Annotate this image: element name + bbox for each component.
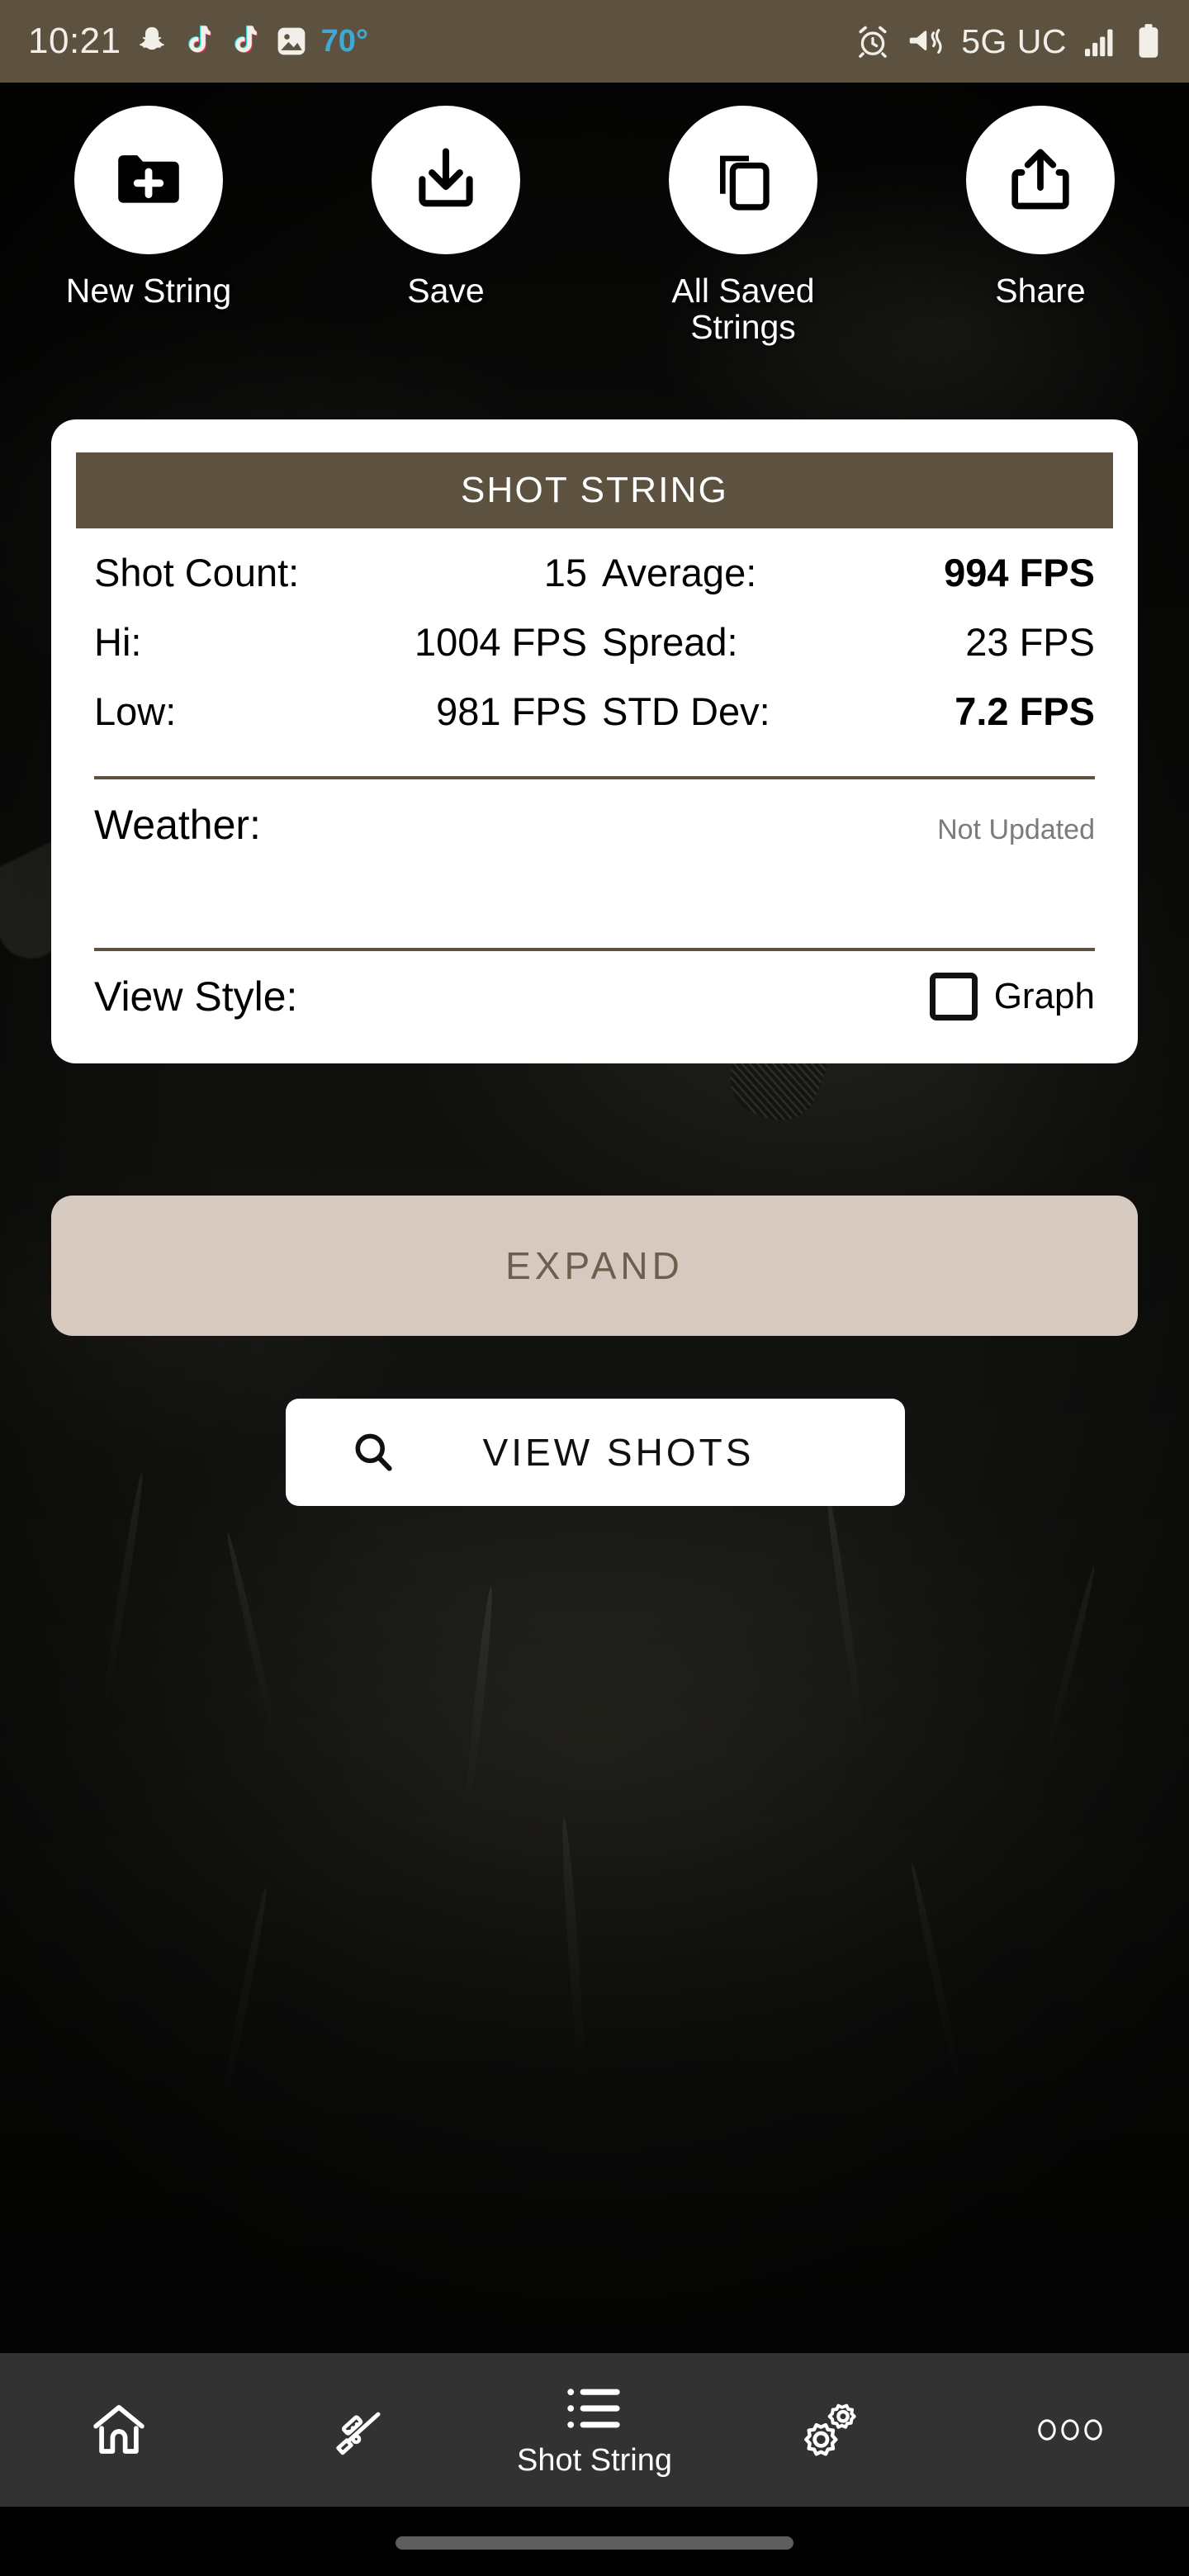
weather-status: Not Updated (937, 814, 1095, 845)
view-style-row: View Style: Graph (76, 951, 1113, 1039)
copy-icon (720, 155, 770, 211)
shot-string-card: SHOT STRING Shot Count: 15 Hi: 1004 FPS … (51, 419, 1138, 1063)
gesture-nav-area (0, 2507, 1189, 2576)
stat-value: 23 FPS (965, 620, 1095, 664)
stat-label: Average: (602, 551, 757, 594)
rifle-icon (336, 2412, 381, 2455)
nav-item-home[interactable] (0, 2353, 238, 2507)
stat-label: Spread: (602, 620, 738, 664)
stat-value: 7.2 FPS (955, 689, 1095, 733)
list-icon (567, 2388, 620, 2428)
new-string-circle[interactable] (74, 106, 223, 254)
alarm-icon (859, 26, 887, 58)
all-saved-strings-label: All Saved Strings (671, 272, 815, 347)
home-icon (93, 2404, 144, 2454)
stat-label: Hi: (94, 620, 142, 664)
share-circle[interactable] (966, 106, 1115, 254)
stat-row: Low: 981 FPS (94, 689, 587, 758)
app-screen: 10:21 70° 5G UC New String Save All Save… (0, 0, 1189, 2576)
stat-value: 981 FPS (436, 689, 587, 733)
view-shots-button[interactable]: VIEW SHOTS (286, 1399, 905, 1506)
share-button[interactable]: Share (892, 106, 1189, 346)
card-header: SHOT STRING (76, 452, 1113, 528)
status-bar-network: 5G UC (961, 21, 1067, 60)
all-saved-strings-circle[interactable] (669, 106, 817, 254)
stat-row: Hi: 1004 FPS (94, 619, 587, 689)
graph-toggle[interactable]: Graph (929, 973, 1095, 1020)
stat-row: Shot Count: 15 (94, 550, 587, 619)
share-icon (1011, 149, 1069, 210)
share-label: Share (995, 272, 1086, 310)
new-string-button[interactable]: New String (0, 106, 297, 346)
search-icon (355, 1433, 392, 1471)
nav-item-settings[interactable] (713, 2353, 951, 2507)
weather-label: Weather: (94, 802, 261, 848)
stat-value: 1004 FPS (414, 620, 587, 664)
home-indicator[interactable] (396, 2536, 793, 2550)
stats-column-left: Shot Count: 15 Hi: 1004 FPS Low: 981 FPS (94, 550, 587, 758)
tiktok-icon (234, 25, 258, 54)
expand-button-label: EXPAND (505, 1244, 684, 1287)
stat-row: Spread: 23 FPS (602, 619, 1095, 689)
save-circle[interactable] (372, 106, 520, 254)
gears-icon (804, 2403, 856, 2456)
tiktok-icon (187, 25, 211, 54)
new-string-label: New String (65, 272, 232, 310)
save-button[interactable]: Save (297, 106, 594, 346)
battery-icon (1139, 24, 1158, 58)
nav-label-shot-string: Shot String (517, 2442, 672, 2478)
stat-label: STD Dev: (602, 689, 770, 733)
nav-item-shot-string[interactable]: Shot String (476, 2353, 713, 2507)
all-saved-strings-button[interactable]: All Saved Strings (594, 106, 892, 346)
gallery-icon (277, 27, 305, 55)
nav-item-rifle[interactable] (238, 2353, 476, 2507)
view-shots-label: VIEW SHOTS (482, 1431, 755, 1474)
signal-icon (1085, 29, 1113, 57)
action-buttons-row: New String Save All Saved Strings Share (0, 106, 1189, 346)
weather-row[interactable]: Weather: Not Updated (76, 779, 1113, 877)
stats-column-right: Average: 994 FPS Spread: 23 FPS STD Dev:… (587, 550, 1095, 758)
status-bar-time: 10:21 (28, 21, 121, 61)
nav-item-more[interactable] (951, 2353, 1189, 2507)
graph-checkbox[interactable] (929, 973, 978, 1020)
stat-value: 15 (543, 551, 587, 594)
status-bar-temperature: 70° (320, 23, 369, 59)
stat-row: Average: 994 FPS (602, 550, 1095, 619)
view-style-label: View Style: (94, 973, 298, 1020)
snapchat-icon (139, 26, 164, 50)
stat-label: Low: (94, 689, 177, 733)
save-label: Save (407, 272, 485, 310)
download-icon (419, 148, 473, 207)
expand-button[interactable]: EXPAND (51, 1196, 1138, 1336)
status-bar: 10:21 70° 5G UC (0, 0, 1189, 83)
folder-plus-icon (118, 155, 179, 203)
weather-spacer (76, 877, 1113, 938)
stat-label: Shot Count: (94, 551, 300, 594)
vibrate-icon (909, 29, 942, 54)
stat-value: 994 FPS (944, 551, 1095, 594)
bottom-nav: Shot String (0, 2353, 1189, 2507)
graph-checkbox-label: Graph (993, 976, 1095, 1016)
more-icon (1038, 2419, 1102, 2441)
stat-row: STD Dev: 7.2 FPS (602, 689, 1095, 758)
stats-grid: Shot Count: 15 Hi: 1004 FPS Low: 981 FPS… (76, 528, 1113, 766)
